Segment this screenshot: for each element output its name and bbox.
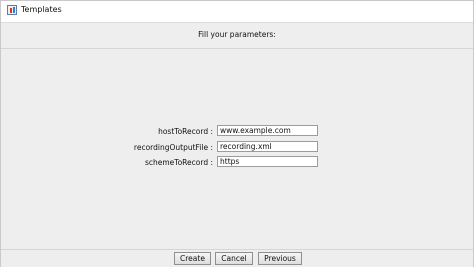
templates-window: Templates Fill your parameters: hostToRe…: [0, 0, 474, 267]
header-instruction: Fill your parameters:: [198, 30, 276, 39]
create-button[interactable]: Create: [174, 252, 211, 265]
recording-output-file-label: recordingOutputFile :: [133, 143, 213, 152]
cancel-button[interactable]: Cancel: [215, 252, 253, 265]
host-to-record-label-cell: hostToRecord :: [136, 126, 213, 138]
host-to-record-input[interactable]: [217, 125, 318, 136]
header-panel: Fill your parameters:: [1, 23, 473, 48]
dialog-content: Fill your parameters: hostToRecord : rec…: [1, 22, 473, 267]
recording-output-file-input[interactable]: [217, 141, 318, 152]
scheme-to-record-label: schemeToRecord :: [144, 158, 213, 167]
window-title: Templates: [21, 5, 62, 14]
host-to-record-label: hostToRecord :: [158, 127, 213, 136]
footer-divider: [1, 249, 473, 250]
java-app-icon: [7, 5, 17, 15]
recording-output-file-label-cell: recordingOutputFile :: [133, 142, 213, 154]
previous-button[interactable]: Previous: [258, 252, 302, 265]
scheme-to-record-input[interactable]: [217, 156, 318, 167]
scheme-to-record-label-cell: schemeToRecord :: [136, 157, 213, 169]
header-divider: [1, 48, 473, 49]
title-bar[interactable]: Templates: [1, 1, 473, 22]
